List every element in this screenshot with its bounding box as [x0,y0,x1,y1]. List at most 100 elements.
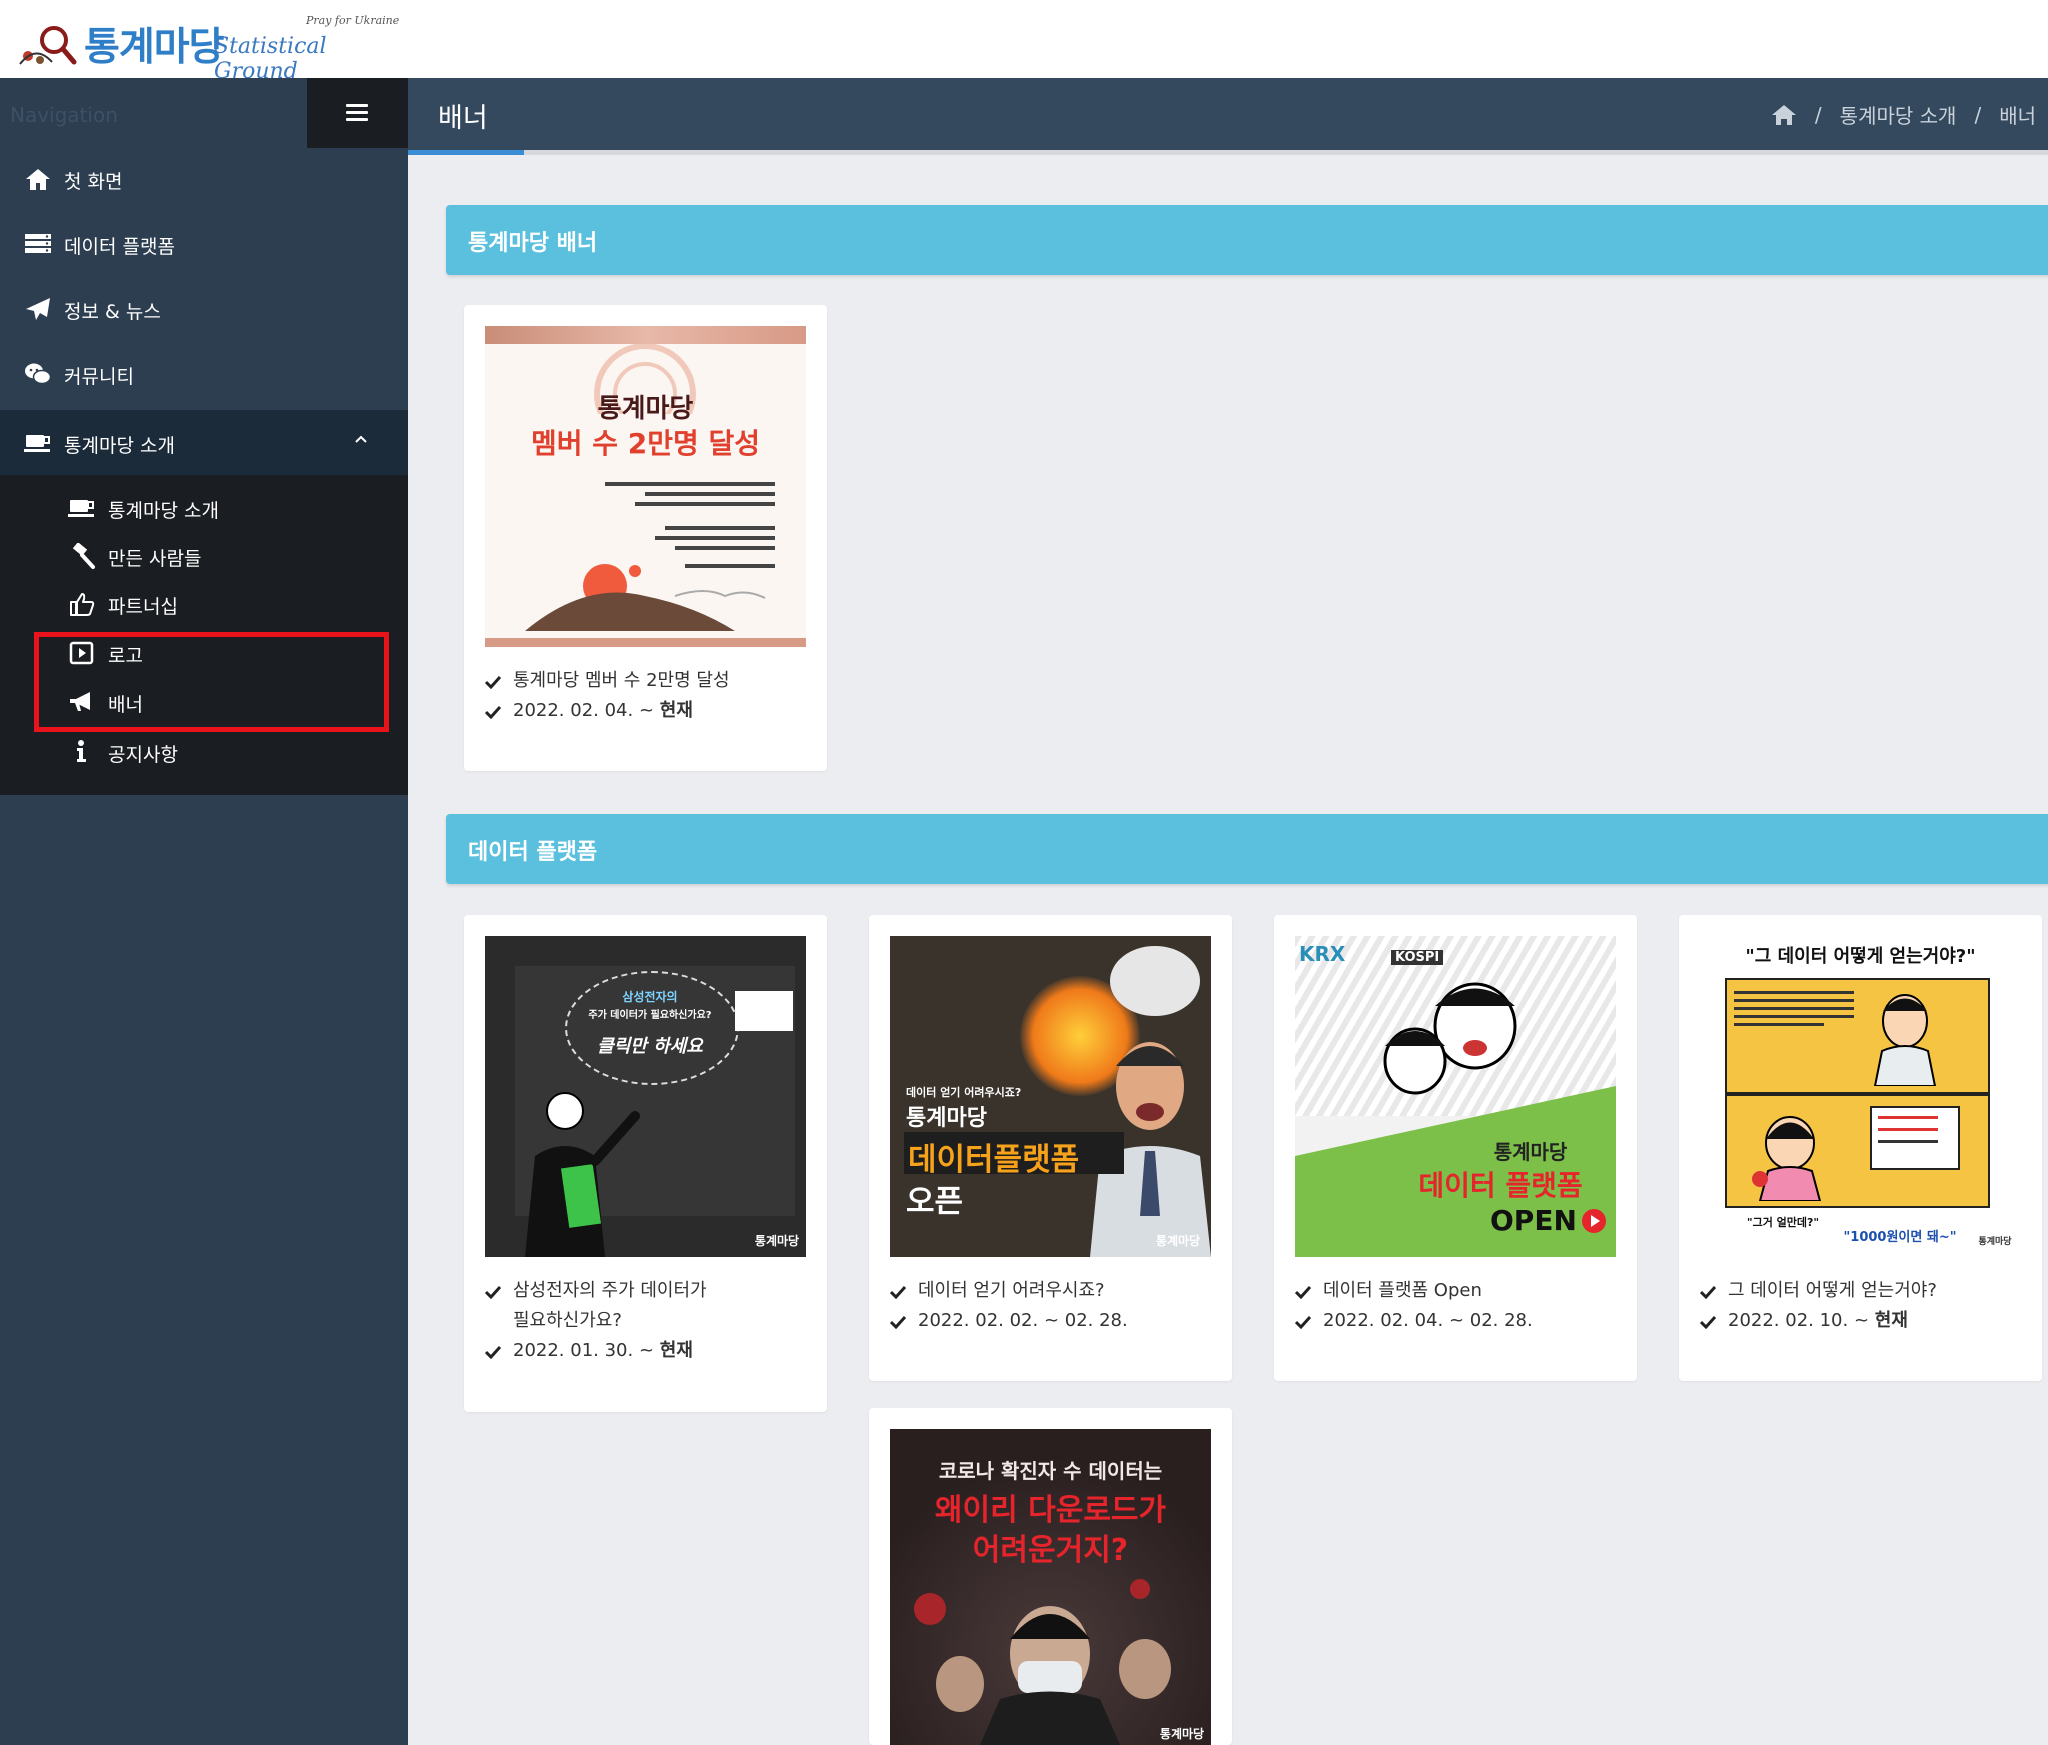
top-header: 통계마당 Statistical Ground Pray for Ukraine [0,0,2048,84]
person-illustration [525,1092,640,1257]
thumb-title: 통계마당 [597,394,694,424]
coffee-icon [68,500,94,517]
banner-card[interactable]: "그 데이터 어떻게 얻는거야?" "그거 얼만데?" "1000원이면 돼~"… [1679,915,2042,1381]
sidebar-item-data-platform[interactable]: 데이터 플랫폼 [0,211,408,276]
thumb-mid: 주가 데이터가 필요하신가요? [588,1010,712,1021]
section-title: 데이터 플랫폼 [468,840,598,865]
thumb-title: 코로나 확진자 수 데이터는 [938,1459,1163,1483]
woman-comic-illustration [1752,1116,1822,1201]
header-underline-accent [408,150,524,155]
section-header-banner: 통계마당 배너 [446,205,2048,275]
menu-toggle-button[interactable] [307,78,408,148]
wechat-icon [25,363,52,385]
section-title: 통계마당 배너 [468,231,598,256]
thumb-brand: 통계마당 [1978,1237,2012,1247]
thumb-brand: 통계마당 [1159,1727,1205,1741]
sidebar-item-about[interactable]: 통계마당 소개 [0,410,408,475]
breadcrumb-item-current: 배너 [1999,104,2036,128]
thumb-mid: 어려운거지? [972,1533,1129,1568]
page-title: 배너 [438,103,488,134]
check-icon [485,675,501,689]
thumb-brand: KOSPI [1391,950,1444,965]
submenu-item-notice[interactable]: 공지사항 [0,727,408,775]
banner-thumbnail[interactable]: 삼성전자의 주가 데이터가 필요하신가요? 클릭만 하세요 통계마당 [485,936,806,1257]
banner-thumbnail[interactable]: 통계마당 멤버 수 2만명 달성 [485,326,806,647]
card-caption-line2: 필요하신가요? [513,1310,622,1331]
card-caption: 데이터 얻기 어려우시죠? [918,1280,1105,1301]
thumb-mid: 오픈 [906,1184,964,1220]
submenu-item-label: 만든 사람들 [108,548,202,570]
card-date: 2022. 02. 02. ~ 02. 28. [918,1310,1128,1331]
site-logo[interactable]: 통계마당 Statistical Ground Pray for Ukraine [18,14,408,84]
magnifier-logo-icon [19,26,77,65]
check-icon [1295,1285,1311,1299]
thumb-mid: "1000원이면 돼~" [1843,1230,1957,1245]
banner-card[interactable]: 삼성전자의 주가 데이터가 필요하신가요? 클릭만 하세요 통계마당 삼성전자의… [464,915,827,1412]
card-caption: 통계마당 멤버 수 2만명 달성 [513,670,730,691]
card-date-status: 현재 [1874,1310,1908,1331]
card-meta: 데이터 플랫폼 Open 2022. 02. 04. ~ 02. 28. [1295,1276,1625,1336]
banner-card[interactable]: 데이터 얻기 어려우시죠? 통계마당 데이터플랫폼 오픈 통계마당 데이터 얻기… [869,915,1232,1381]
thumb-subtitle: 데이터 플랫폼 [1418,1169,1583,1202]
banner-thumbnail[interactable]: "그 데이터 어떻게 얻는거야?" "그거 얼만데?" "1000원이면 돼~"… [1700,936,2021,1257]
check-icon [890,1315,906,1329]
sidebar-item-community[interactable]: 커뮤니티 [0,341,408,406]
card-date: 2022. 02. 04. ~ 02. 28. [1323,1310,1533,1331]
thumb-subtitle: 멤버 수 2만명 달성 [530,427,761,460]
thumb-title: 통계마당 [1493,1140,1568,1164]
check-icon [485,705,501,719]
sidebar-item-info-news[interactable]: 정보 & 뉴스 [0,276,408,341]
card-date: 2022. 02. 04. ~ [513,700,660,721]
play-circle-icon [1582,1209,1606,1233]
submenu-item-about[interactable]: 통계마당 소개 [0,483,408,531]
thumb-subtitle: 왜이리 다운로드가 [934,1493,1167,1528]
card-date-status: 현재 [659,1340,693,1361]
card-meta: 데이터 얻기 어려우시죠? 2022. 02. 02. ~ 02. 28. [890,1276,1220,1336]
man-comic-illustration [1873,994,1937,1086]
hamburger-icon [346,104,368,121]
header-underline [408,150,2048,155]
logo-english: Statistical Ground [214,34,327,84]
banner-thumbnail[interactable]: 데이터 얻기 어려우시죠? 통계마당 데이터플랫폼 오픈 통계마당 [890,936,1211,1257]
card-caption: 삼성전자의 주가 데이터가 [513,1280,707,1301]
paper-plane-icon [26,298,50,320]
home-icon [26,169,50,190]
sidebar-item-label: 정보 & 뉴스 [64,301,161,323]
card-meta: 삼성전자의 주가 데이터가필요하신가요? 2022. 01. 30. ~ 현재 [485,1276,815,1366]
check-icon [890,1285,906,1299]
card-date: 2022. 02. 10. ~ [1728,1310,1875,1331]
sidebar-item-label: 데이터 플랫폼 [64,236,175,258]
submenu-item-makers[interactable]: 만든 사람들 [0,531,408,579]
people-masks-illustration [914,1579,1171,1745]
home-icon[interactable] [1771,104,1797,126]
nav-caption: Navigation [10,103,118,127]
thumb-small: KRX [1299,942,1346,966]
breadcrumb: / 통계마당 소개 / 배너 [1771,100,2036,129]
card-meta: 그 데이터 어떻게 얻는거야? 2022. 02. 10. ~ 현재 [1700,1276,2030,1336]
banner-card[interactable]: 통계마당 멤버 수 2만명 달성 통계마당 멤버 수 2만명 달성 2022. … [464,305,827,771]
thumb-small: 데이터 얻기 어려우시죠? [906,1086,1022,1099]
banner-card[interactable]: KRX KOSPI 통계마당 데이터 플랫폼 OPEN 데이터 플랫폼 Open… [1274,915,1637,1381]
submenu-item-label: 공지사항 [108,744,178,766]
thumb-title: 삼성전자의 [622,990,678,1004]
coffee-icon [24,435,50,452]
logo-korean: 통계마당 [84,25,225,70]
annotation-highlight-box [34,632,389,732]
section-header-data-platform: 데이터 플랫폼 [446,814,2048,884]
thumb-title: 통계마당 [906,1106,987,1131]
content-header: 배너 / 통계마당 소개 / 배너 [408,78,2048,153]
submenu-item-partnership[interactable]: 파트너십 [0,579,408,627]
sidebar-item-label: 통계마당 소개 [64,435,175,457]
banner-card[interactable]: 코로나 확진자 수 데이터는 왜이리 다운로드가 어려운거지? 통계마당 [869,1408,1232,1745]
banner-thumbnail[interactable]: KRX KOSPI 통계마당 데이터 플랫폼 OPEN [1295,936,1616,1257]
mountain-illustration [485,564,806,647]
card-meta: 통계마당 멤버 수 2만명 달성 2022. 02. 04. ~ 현재 [485,666,815,726]
check-icon [1700,1285,1716,1299]
breadcrumb-item-about[interactable]: 통계마당 소개 [1840,100,1957,129]
card-caption: 데이터 플랫폼 Open [1323,1280,1482,1301]
check-icon [485,1345,501,1359]
card-date: 2022. 01. 30. ~ [513,1340,660,1361]
thumb-brand: 통계마당 [1155,1234,1201,1248]
banner-thumbnail[interactable]: 코로나 확진자 수 데이터는 왜이리 다운로드가 어려운거지? 통계마당 [890,1429,1211,1745]
sidebar-item-home[interactable]: 첫 화면 [0,146,408,211]
